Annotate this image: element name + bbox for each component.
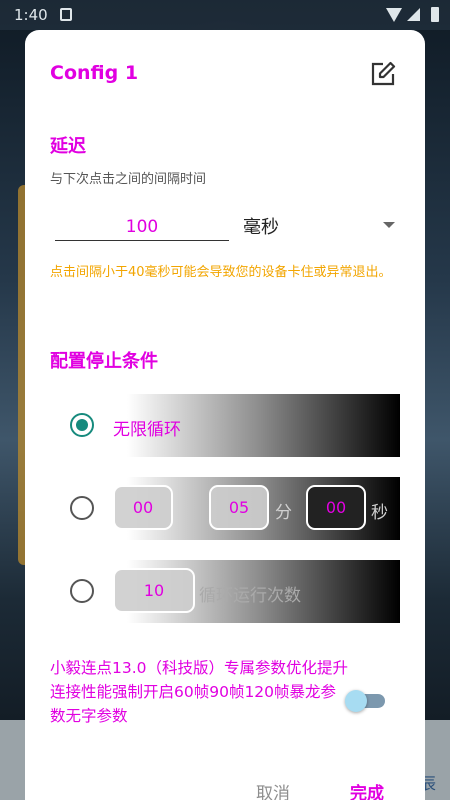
promo-toggle[interactable] xyxy=(345,690,385,712)
status-bar: 1:40 xyxy=(0,0,450,30)
delay-input[interactable] xyxy=(55,213,229,241)
timer-minutes-input[interactable]: 05 xyxy=(209,485,269,530)
config-dialog: Config 1 延迟 与下次点击之间的间隔时间 毫秒 点击间隔小于40毫秒可能… xyxy=(25,30,425,800)
done-button[interactable]: 完成 xyxy=(350,779,384,800)
infinite-label: 无限循环 xyxy=(113,420,181,440)
delay-unit-select[interactable]: 毫秒 xyxy=(243,210,399,240)
chevron-down-icon xyxy=(383,222,395,228)
promo-text: 小毅连点13.0（科技版）专属参数优化提升连接性能强制开启60帧90帧120帧暴… xyxy=(50,659,349,725)
edit-icon[interactable] xyxy=(370,61,396,87)
toggle-thumb xyxy=(345,690,367,712)
count-label: 循环运行次数 xyxy=(199,586,301,606)
stop-option-infinite[interactable]: 无限循环 xyxy=(50,394,400,457)
stop-option-count[interactable]: 10 循环运行次数 xyxy=(50,560,400,623)
timer-hours-input[interactable]: 00 xyxy=(113,485,173,530)
dialog-title: Config 1 xyxy=(50,62,139,84)
timer-minutes-unit: 分 xyxy=(275,503,292,523)
notification-icon xyxy=(60,8,72,21)
radio-timer[interactable] xyxy=(70,496,94,520)
timer-seconds-input[interactable]: 00 xyxy=(306,485,366,530)
stop-option-timer[interactable]: 00 05 分 00 秒 xyxy=(50,477,400,540)
delay-unit-value: 毫秒 xyxy=(243,217,279,238)
cancel-button[interactable]: 取消 xyxy=(256,779,290,800)
radio-count[interactable] xyxy=(70,579,94,603)
timer-seconds-unit: 秒 xyxy=(371,503,388,523)
battery-icon xyxy=(431,7,439,22)
delay-warning: 点击间隔小于40毫秒可能会导致您的设备卡住或异常退出。 xyxy=(50,265,392,280)
delay-title: 延迟 xyxy=(50,136,86,157)
delay-description: 与下次点击之间的间隔时间 xyxy=(50,172,207,187)
count-input[interactable]: 10 xyxy=(113,568,195,613)
status-time: 1:40 xyxy=(14,6,48,24)
radio-infinite[interactable] xyxy=(70,413,94,437)
stop-condition-title: 配置停止条件 xyxy=(50,351,158,372)
wifi-icon xyxy=(386,8,402,22)
signal-icon xyxy=(407,8,420,21)
